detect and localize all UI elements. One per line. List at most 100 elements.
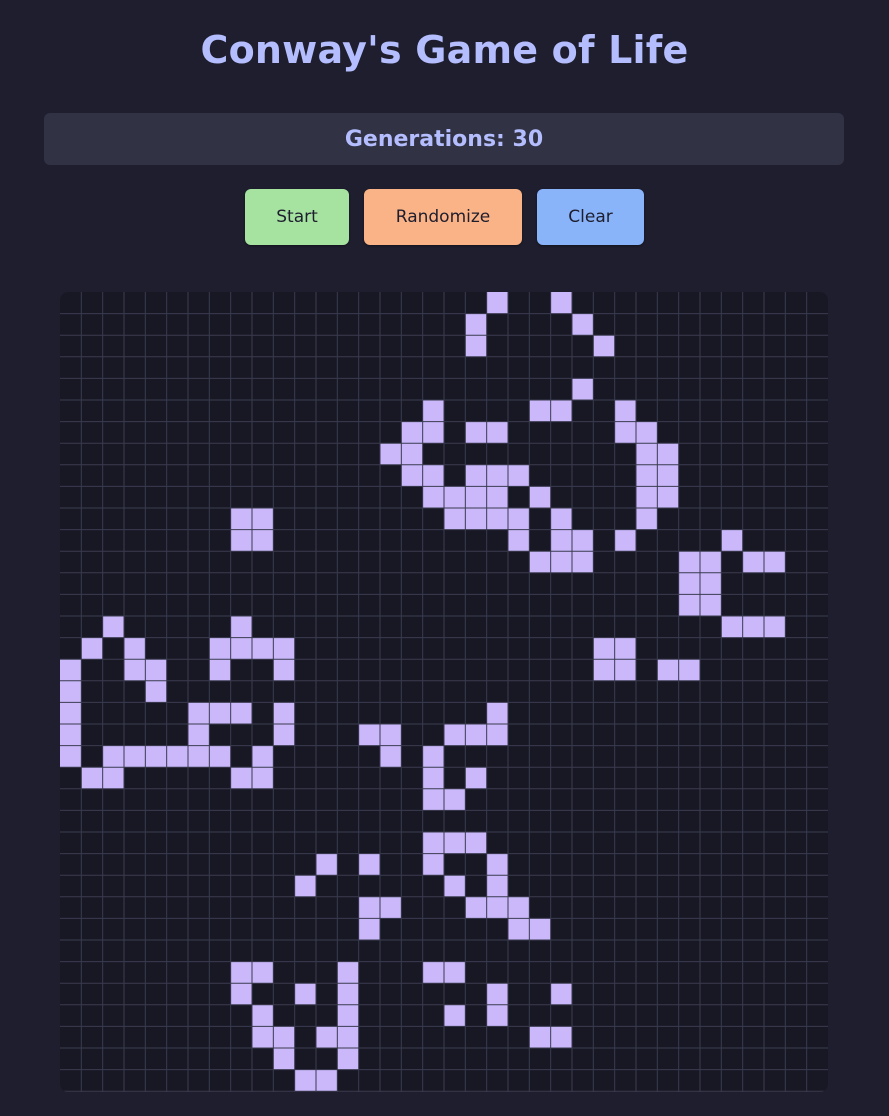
live-cell[interactable] [444,724,466,746]
live-cell[interactable] [636,508,658,530]
live-cell[interactable] [124,637,146,660]
live-cell[interactable] [486,896,508,919]
live-cell[interactable] [444,1004,466,1027]
live-cell[interactable] [102,616,124,638]
live-cell[interactable] [657,659,679,681]
live-cell[interactable] [529,551,551,573]
live-cell[interactable] [337,1026,359,1048]
live-cell[interactable] [380,443,402,465]
live-cell[interactable] [209,659,231,681]
live-cell[interactable] [465,767,487,789]
live-cell[interactable] [636,486,658,508]
live-cell[interactable] [486,421,508,444]
live-cell[interactable] [657,464,679,487]
live-cell[interactable] [230,637,252,660]
cell-grid[interactable] [60,292,828,1092]
live-cell[interactable] [252,1026,274,1048]
live-cell[interactable] [465,508,487,530]
live-cell[interactable] [444,961,466,984]
live-cell[interactable] [252,745,274,768]
live-cell[interactable] [486,464,508,487]
live-cell[interactable] [614,529,636,552]
live-cell[interactable] [60,680,82,703]
live-cell[interactable] [401,443,423,465]
live-cell[interactable] [252,508,274,530]
live-cell[interactable] [81,637,103,660]
live-cell[interactable] [486,724,508,746]
live-cell[interactable] [508,529,530,552]
live-cell[interactable] [188,724,210,746]
live-cell[interactable] [593,637,615,660]
live-cell[interactable] [678,594,700,616]
randomize-button[interactable]: Randomize [364,189,522,245]
live-cell[interactable] [486,508,508,530]
live-cell[interactable] [273,1048,295,1070]
live-cell[interactable] [60,702,82,724]
game-board[interactable] [60,292,828,1092]
live-cell[interactable] [572,313,594,336]
live-cell[interactable] [550,983,572,1005]
live-cell[interactable] [422,853,444,876]
live-cell[interactable] [764,616,786,638]
live-cell[interactable] [550,292,572,314]
live-cell[interactable] [230,529,252,552]
live-cell[interactable] [294,1069,316,1092]
live-cell[interactable] [102,767,124,789]
live-cell[interactable] [230,983,252,1005]
live-cell[interactable] [422,745,444,768]
live-cell[interactable] [465,421,487,444]
live-cell[interactable] [572,529,594,552]
live-cell[interactable] [124,745,146,768]
live-cell[interactable] [230,702,252,724]
live-cell[interactable] [700,551,722,573]
live-cell[interactable] [486,292,508,314]
live-cell[interactable] [486,983,508,1005]
live-cell[interactable] [550,508,572,530]
live-cell[interactable] [550,400,572,422]
live-cell[interactable] [486,853,508,876]
live-cell[interactable] [572,551,594,573]
live-cell[interactable] [636,443,658,465]
live-cell[interactable] [465,724,487,746]
live-cell[interactable] [60,724,82,746]
live-cell[interactable] [742,616,764,638]
live-cell[interactable] [337,1004,359,1027]
live-cell[interactable] [572,378,594,400]
live-cell[interactable] [508,464,530,487]
live-cell[interactable] [230,767,252,789]
live-cell[interactable] [380,745,402,768]
live-cell[interactable] [273,724,295,746]
live-cell[interactable] [316,1069,338,1092]
live-cell[interactable] [508,508,530,530]
live-cell[interactable] [337,983,359,1005]
live-cell[interactable] [614,637,636,660]
live-cell[interactable] [486,486,508,508]
live-cell[interactable] [294,983,316,1005]
live-cell[interactable] [657,486,679,508]
start-button[interactable]: Start [245,189,349,245]
live-cell[interactable] [636,464,658,487]
live-cell[interactable] [444,875,466,897]
live-cell[interactable] [102,745,124,768]
live-cell[interactable] [742,551,764,573]
live-cell[interactable] [678,572,700,595]
live-cell[interactable] [60,659,82,681]
live-cell[interactable] [273,637,295,660]
live-cell[interactable] [316,853,338,876]
live-cell[interactable] [550,1026,572,1048]
live-cell[interactable] [230,616,252,638]
live-cell[interactable] [358,853,380,876]
live-cell[interactable] [465,335,487,357]
live-cell[interactable] [721,529,743,552]
live-cell[interactable] [422,767,444,789]
live-cell[interactable] [422,788,444,811]
live-cell[interactable] [145,745,167,768]
live-cell[interactable] [529,400,551,422]
live-cell[interactable] [422,400,444,422]
live-cell[interactable] [294,875,316,897]
live-cell[interactable] [486,702,508,724]
live-cell[interactable] [529,1026,551,1048]
live-cell[interactable] [764,551,786,573]
live-cell[interactable] [636,421,658,444]
live-cell[interactable] [422,832,444,854]
